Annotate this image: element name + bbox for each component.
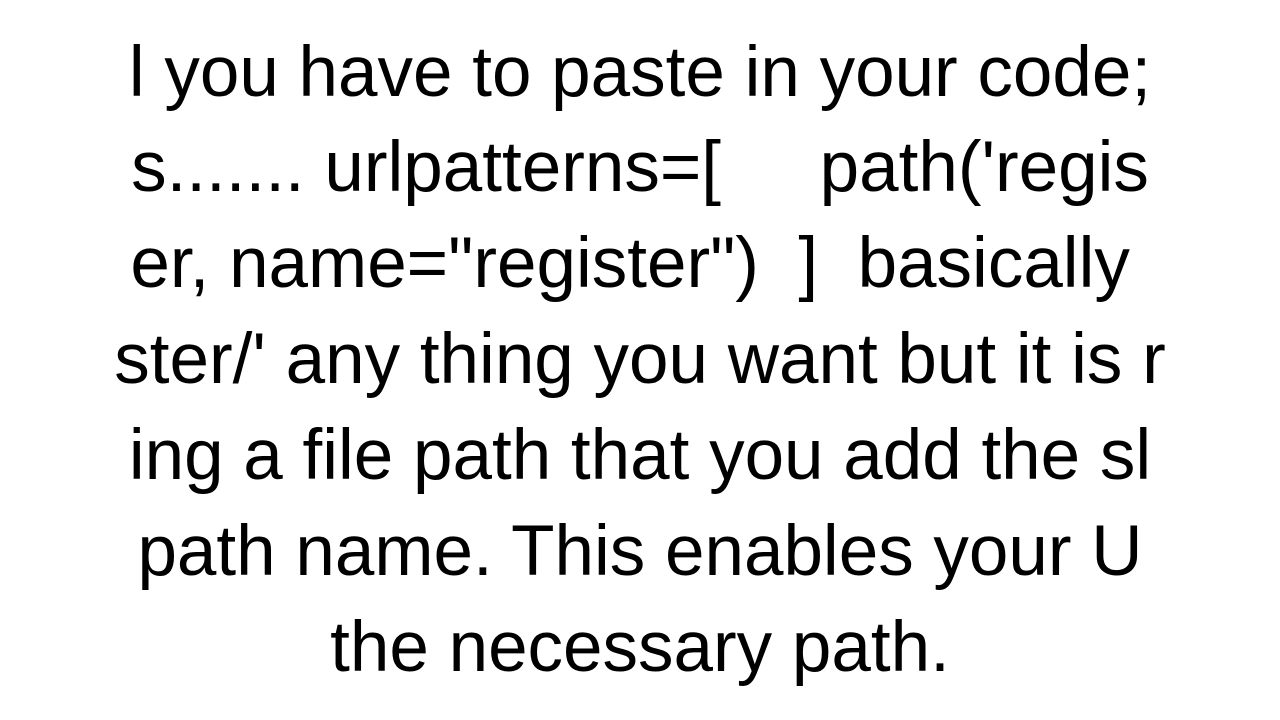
line-2: s....... urlpatterns=[ path('regis [131, 128, 1149, 207]
line-6: path name. This enables your U [137, 512, 1142, 591]
line-1: l you have to paste in your code; [129, 33, 1151, 112]
document-body: l you have to paste in your code; s.....… [0, 0, 1280, 720]
line-7: the necessary path. [330, 608, 950, 687]
line-4: ster/' any thing you want but it is r [114, 320, 1165, 399]
line-3: er, name="register") ] basically [130, 224, 1149, 303]
line-5: ing a file path that you add the sl [129, 416, 1151, 495]
text-block: l you have to paste in your code; s.....… [114, 25, 1165, 696]
